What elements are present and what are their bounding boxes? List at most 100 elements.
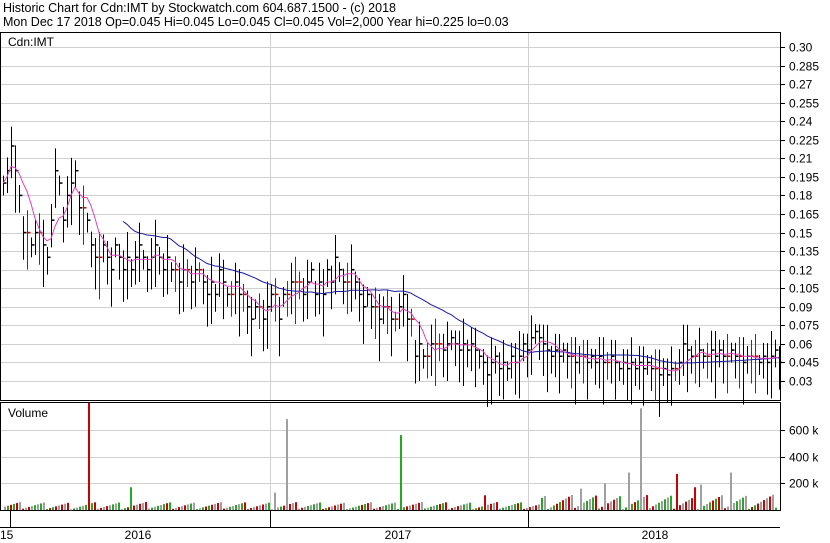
volume-bar	[235, 505, 237, 510]
volume-bar	[133, 505, 135, 510]
volume-bar	[487, 504, 489, 510]
volume-bar	[643, 496, 645, 510]
volume-bar	[547, 509, 549, 511]
volume-bar	[562, 500, 564, 510]
volume-bar	[49, 508, 51, 510]
volume-bar	[241, 503, 243, 510]
volume-bar	[76, 507, 78, 510]
volume-bar	[757, 503, 759, 510]
volume-bar	[70, 509, 72, 511]
volume-bar	[712, 500, 714, 510]
volume-bar	[28, 506, 30, 510]
volume-bar	[193, 502, 195, 510]
volume-y-axis: 600 k 400 k 200 k	[780, 424, 819, 491]
volume-bar	[595, 495, 597, 510]
volume-bar	[40, 503, 42, 510]
volume-bar	[700, 484, 702, 510]
volume-bar	[139, 503, 141, 510]
volume-bar	[505, 506, 507, 510]
volume-bar	[565, 498, 567, 510]
price-tick-label: 0.075	[789, 319, 819, 333]
volume-bar	[334, 505, 336, 510]
volume-bar	[88, 403, 90, 510]
volume-tick-label: 600 k	[789, 424, 819, 438]
volume-bar	[511, 505, 513, 510]
volume-bar	[538, 504, 540, 510]
volume-bar	[319, 502, 321, 510]
volume-bar	[232, 505, 234, 510]
volume-bar	[604, 483, 606, 510]
volume-bar	[385, 505, 387, 510]
volume-bar	[367, 503, 369, 510]
price-tick-label: 0.255	[789, 97, 819, 111]
volume-bar	[619, 496, 621, 510]
volume-bar	[208, 505, 210, 510]
volume-bar	[289, 503, 291, 510]
volume-bar	[322, 508, 324, 510]
volume-bar	[706, 504, 708, 510]
volume-bar	[637, 500, 639, 510]
volume-bar	[514, 504, 516, 510]
volume-bar	[22, 508, 24, 510]
volume-bar	[343, 502, 345, 510]
volume-bar	[439, 504, 441, 510]
volume-bar	[445, 502, 447, 510]
volume-bar	[175, 507, 177, 510]
volume-bar	[640, 408, 642, 510]
volume-bar	[160, 504, 162, 510]
volume-tick-label: 400 k	[789, 451, 819, 465]
volume-bar	[535, 505, 537, 510]
volume-bar	[358, 505, 360, 510]
volume-bar	[607, 503, 609, 510]
volume-bar	[214, 503, 216, 510]
volume-bar	[250, 508, 252, 510]
price-grid	[1, 33, 780, 510]
stock-chart: 0.30 0.285 0.27 0.255 0.24 0.225 0.21 0.195 0.18…	[0, 32, 819, 542]
volume-bar	[268, 502, 270, 510]
volume-bar	[697, 509, 699, 511]
volume-bar	[331, 506, 333, 510]
volume-bar	[46, 508, 48, 510]
volume-bar	[7, 505, 9, 510]
volume-bar	[121, 509, 123, 511]
price-panel-title: Cdn:IMT	[8, 35, 55, 49]
volume-bar	[460, 505, 462, 510]
volume-tick-label: 200 k	[789, 477, 819, 491]
volume-bar	[388, 504, 390, 510]
volume-bar	[277, 507, 279, 510]
volume-bar	[370, 502, 372, 510]
volume-bar	[154, 506, 156, 510]
volume-bar	[391, 503, 393, 510]
volume-bar	[211, 504, 213, 510]
volume-bar	[223, 508, 225, 510]
volume-bar	[151, 507, 153, 510]
volume-bar	[202, 507, 204, 510]
volume-bar	[280, 506, 282, 510]
volume-bar	[190, 503, 192, 510]
volume-bar	[82, 505, 84, 510]
volume-bar	[181, 506, 183, 510]
volume-bar	[499, 508, 501, 510]
volume-bar	[685, 501, 687, 510]
volume-bar	[373, 508, 375, 510]
volume-panel-title: Volume	[8, 406, 48, 420]
volume-bar	[592, 497, 594, 510]
volume-bar	[718, 496, 720, 510]
volume-bar	[148, 508, 150, 510]
volume-bar	[583, 502, 585, 510]
volume-bar	[94, 502, 96, 510]
volume-bar	[109, 505, 111, 510]
volume-bar	[751, 507, 753, 510]
volume-bar	[502, 507, 504, 510]
price-y-axis: 0.30 0.285 0.27 0.255 0.24 0.225 0.21 0.195 0.18…	[780, 41, 819, 389]
volume-bar	[238, 504, 240, 510]
price-tick-label: 0.24	[789, 115, 813, 129]
volume-bar	[610, 501, 612, 510]
volume-bar	[625, 507, 627, 510]
volume-bar	[100, 507, 102, 510]
price-bars	[3, 126, 783, 417]
volume-bar	[571, 494, 573, 510]
volume-bar	[580, 488, 582, 510]
volume-bar	[403, 507, 405, 510]
volume-bar	[220, 502, 222, 510]
